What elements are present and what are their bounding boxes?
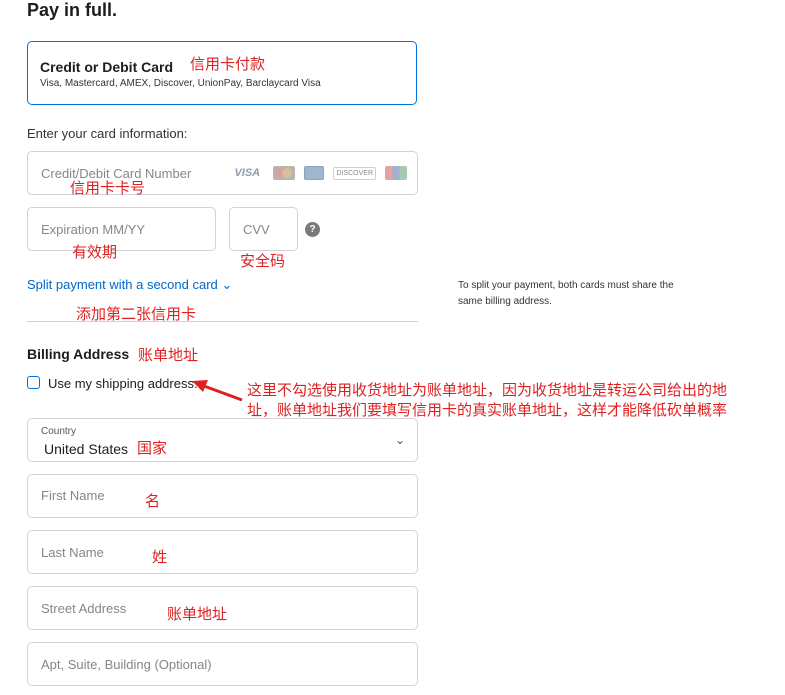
billing-address-heading: Billing Address bbox=[27, 346, 130, 362]
payment-option-name: Credit or Debit Card bbox=[40, 59, 174, 75]
cvv-help-icon[interactable]: ? bbox=[305, 222, 320, 237]
split-payment-note: To split your payment, both cards must s… bbox=[458, 280, 674, 307]
card-brand-icons: VISA DISCOVER bbox=[234, 166, 407, 180]
mastercard-icon bbox=[273, 166, 296, 180]
apt-suite-placeholder: Apt, Suite, Building (Optional) bbox=[41, 657, 212, 672]
use-shipping-address-checkbox[interactable] bbox=[27, 376, 40, 389]
annotation-street: 账单地址 bbox=[167, 606, 228, 623]
split-payment-link[interactable]: Split payment with a second card ⌄ bbox=[27, 277, 232, 293]
chevron-down-icon: ⌄ bbox=[221, 277, 233, 292]
chevron-down-icon: ⌄ bbox=[394, 433, 405, 447]
annotation-country: 国家 bbox=[137, 440, 168, 457]
discover-icon: DISCOVER bbox=[333, 166, 376, 180]
card-info-heading: Enter your card information: bbox=[27, 126, 188, 141]
visa-icon: VISA bbox=[234, 167, 261, 179]
annotation-shipping-note: 这里不勾选使用收货地址为账单地址，因为收货地址是转运公司给出的地 址，账单地址我… bbox=[247, 381, 777, 421]
country-label: Country bbox=[41, 426, 77, 437]
country-value: United States bbox=[44, 441, 129, 457]
street-address-placeholder: Street Address bbox=[41, 601, 127, 616]
annotation-billing-address: 账单地址 bbox=[138, 347, 199, 364]
unionpay-icon bbox=[385, 166, 407, 180]
accepted-cards-text: Visa, Mastercard, AMEX, Discover, UnionP… bbox=[40, 78, 321, 89]
divider bbox=[27, 321, 418, 322]
annotation-arrow-icon bbox=[192, 380, 243, 402]
last-name-input[interactable]: Last Name bbox=[27, 530, 418, 574]
use-shipping-address-label[interactable]: Use my shipping address. bbox=[48, 376, 198, 391]
first-name-placeholder: First Name bbox=[41, 488, 105, 503]
last-name-placeholder: Last Name bbox=[41, 545, 104, 560]
cvv-placeholder: CVV bbox=[243, 222, 270, 237]
annotation-credit-card-pay: 信用卡付款 bbox=[190, 56, 266, 73]
apt-suite-input[interactable]: Apt, Suite, Building (Optional) bbox=[27, 642, 418, 686]
country-select[interactable]: Country United States ⌄ bbox=[27, 418, 418, 462]
amex-icon bbox=[304, 166, 325, 180]
annotation-first-name: 名 bbox=[145, 493, 161, 510]
annotation-cvv: 安全码 bbox=[240, 253, 286, 270]
annotation-shipping-note-line1: 这里不勾选使用收货地址为账单地址，因为收货地址是转运公司给出的地 bbox=[247, 382, 728, 399]
expiration-input[interactable]: Expiration MM/YY bbox=[27, 207, 216, 251]
annotation-card-number: 信用卡卡号 bbox=[70, 180, 146, 197]
first-name-input[interactable]: First Name bbox=[27, 474, 418, 518]
annotation-expiry: 有效期 bbox=[72, 244, 118, 261]
cvv-input[interactable]: CVV bbox=[229, 207, 298, 251]
annotation-last-name: 姓 bbox=[152, 549, 168, 566]
page-title: Pay in full. bbox=[27, 0, 118, 20]
expiration-placeholder: Expiration MM/YY bbox=[41, 222, 146, 237]
split-payment-label: Split payment with a second card bbox=[27, 277, 218, 292]
